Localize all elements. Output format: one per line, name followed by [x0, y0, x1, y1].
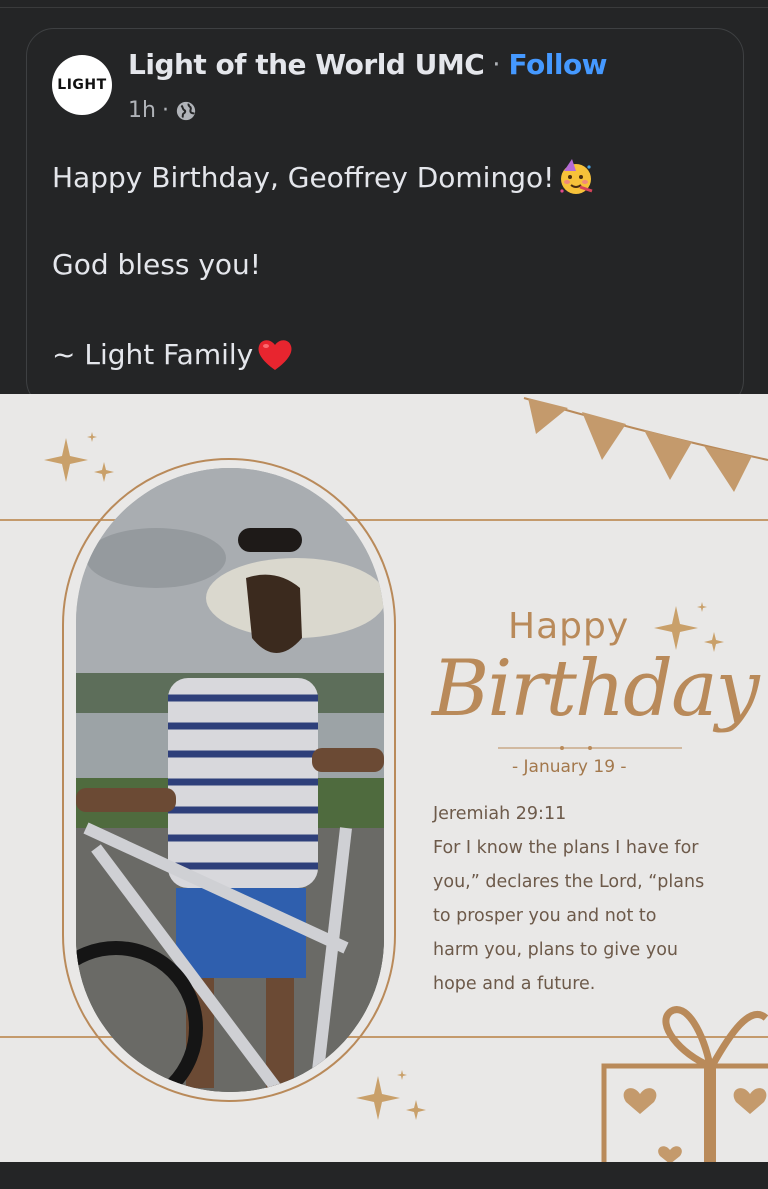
post-timestamp-link[interactable]: 1h: [128, 98, 156, 123]
birthday-photo: [76, 468, 384, 1092]
card-happy-text: Happy: [508, 606, 630, 647]
red-heart-emoji-icon: [258, 340, 292, 370]
post-header: Light of the World UMC · Follow: [128, 48, 608, 81]
birthday-greeting-text: Happy Birthday, Geoffrey Domingo!: [52, 160, 555, 194]
card-date-text: - January 19 -: [512, 757, 627, 777]
gift-box-icon: [601, 1006, 768, 1162]
blessing-text: God bless you!: [52, 248, 262, 281]
meta-separator-dot: ·: [161, 98, 169, 123]
post-text-line-3: ~ Light Family: [52, 334, 295, 374]
follow-button[interactable]: Follow: [509, 48, 608, 81]
author-name-link[interactable]: Light of the World UMC: [128, 48, 485, 81]
verse-line: to prosper you and not to: [433, 906, 657, 926]
post-text-line-2: God bless you!: [52, 248, 261, 281]
verse-line: you,” declares the Lord, “plans: [433, 872, 705, 892]
sparkle-bottom-icon: [356, 1070, 426, 1120]
card-birthday-script: Birthday: [432, 644, 760, 734]
globe-icon[interactable]: [175, 100, 197, 122]
sparkle-top-left-icon: [44, 432, 114, 482]
party-face-emoji-icon: [560, 159, 593, 194]
post-image-birthday-card[interactable]: Happy Birthday - January 19 - Jeremiah 2…: [0, 394, 768, 1162]
bunting-decoration: [523, 397, 768, 492]
verse-reference: Jeremiah 29:11: [433, 804, 567, 824]
post-meta: 1h ·: [128, 98, 197, 123]
signature-text: ~ Light Family: [52, 337, 254, 371]
post-text-line-1: Happy Birthday, Geoffrey Domingo!: [52, 157, 596, 197]
verse-line: For I know the plans I have for: [433, 838, 699, 858]
page-avatar[interactable]: LIGHT: [52, 55, 112, 115]
top-divider: [0, 0, 768, 8]
bottom-bar: [0, 1162, 768, 1189]
date-divider-ornament: [498, 746, 682, 750]
separator-dot: ·: [492, 49, 501, 80]
avatar-logo-text: LIGHT: [57, 77, 107, 93]
photo-scene-graphic: [76, 468, 384, 1092]
